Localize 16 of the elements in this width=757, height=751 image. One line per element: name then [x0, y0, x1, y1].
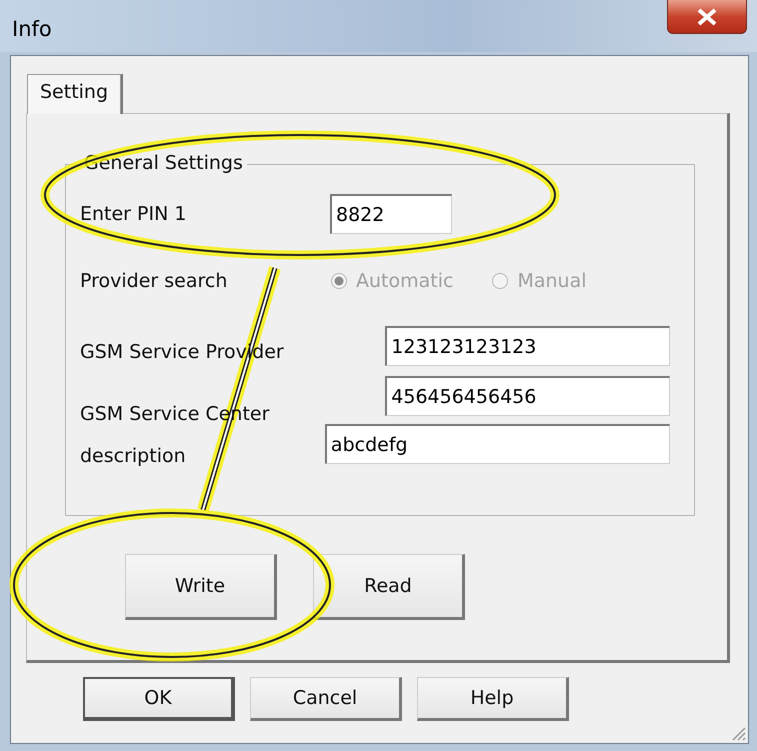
dialog-button[interactable]: OK — [83, 677, 235, 721]
panel-button[interactable]: Write — [125, 554, 277, 620]
close-icon — [696, 8, 718, 26]
window-title: Info — [12, 17, 52, 41]
tab[interactable]: Setting — [27, 74, 122, 114]
panel-button[interactable]: Read — [313, 554, 465, 620]
pin-field[interactable]: 8822 — [330, 194, 452, 234]
close-button[interactable] — [667, 0, 747, 34]
dialog-button[interactable]: Cancel — [250, 677, 402, 721]
field-label: description — [80, 445, 187, 467]
provider-field[interactable]: 123123123123 — [385, 326, 670, 366]
field-label: Provider search — [80, 270, 228, 292]
description-field[interactable]: abcdefg — [324, 424, 670, 464]
service-center-field[interactable]: 456456456456 — [385, 376, 670, 416]
field-label: Enter PIN 1 — [80, 203, 188, 225]
dialog-button[interactable]: Help — [417, 677, 569, 721]
